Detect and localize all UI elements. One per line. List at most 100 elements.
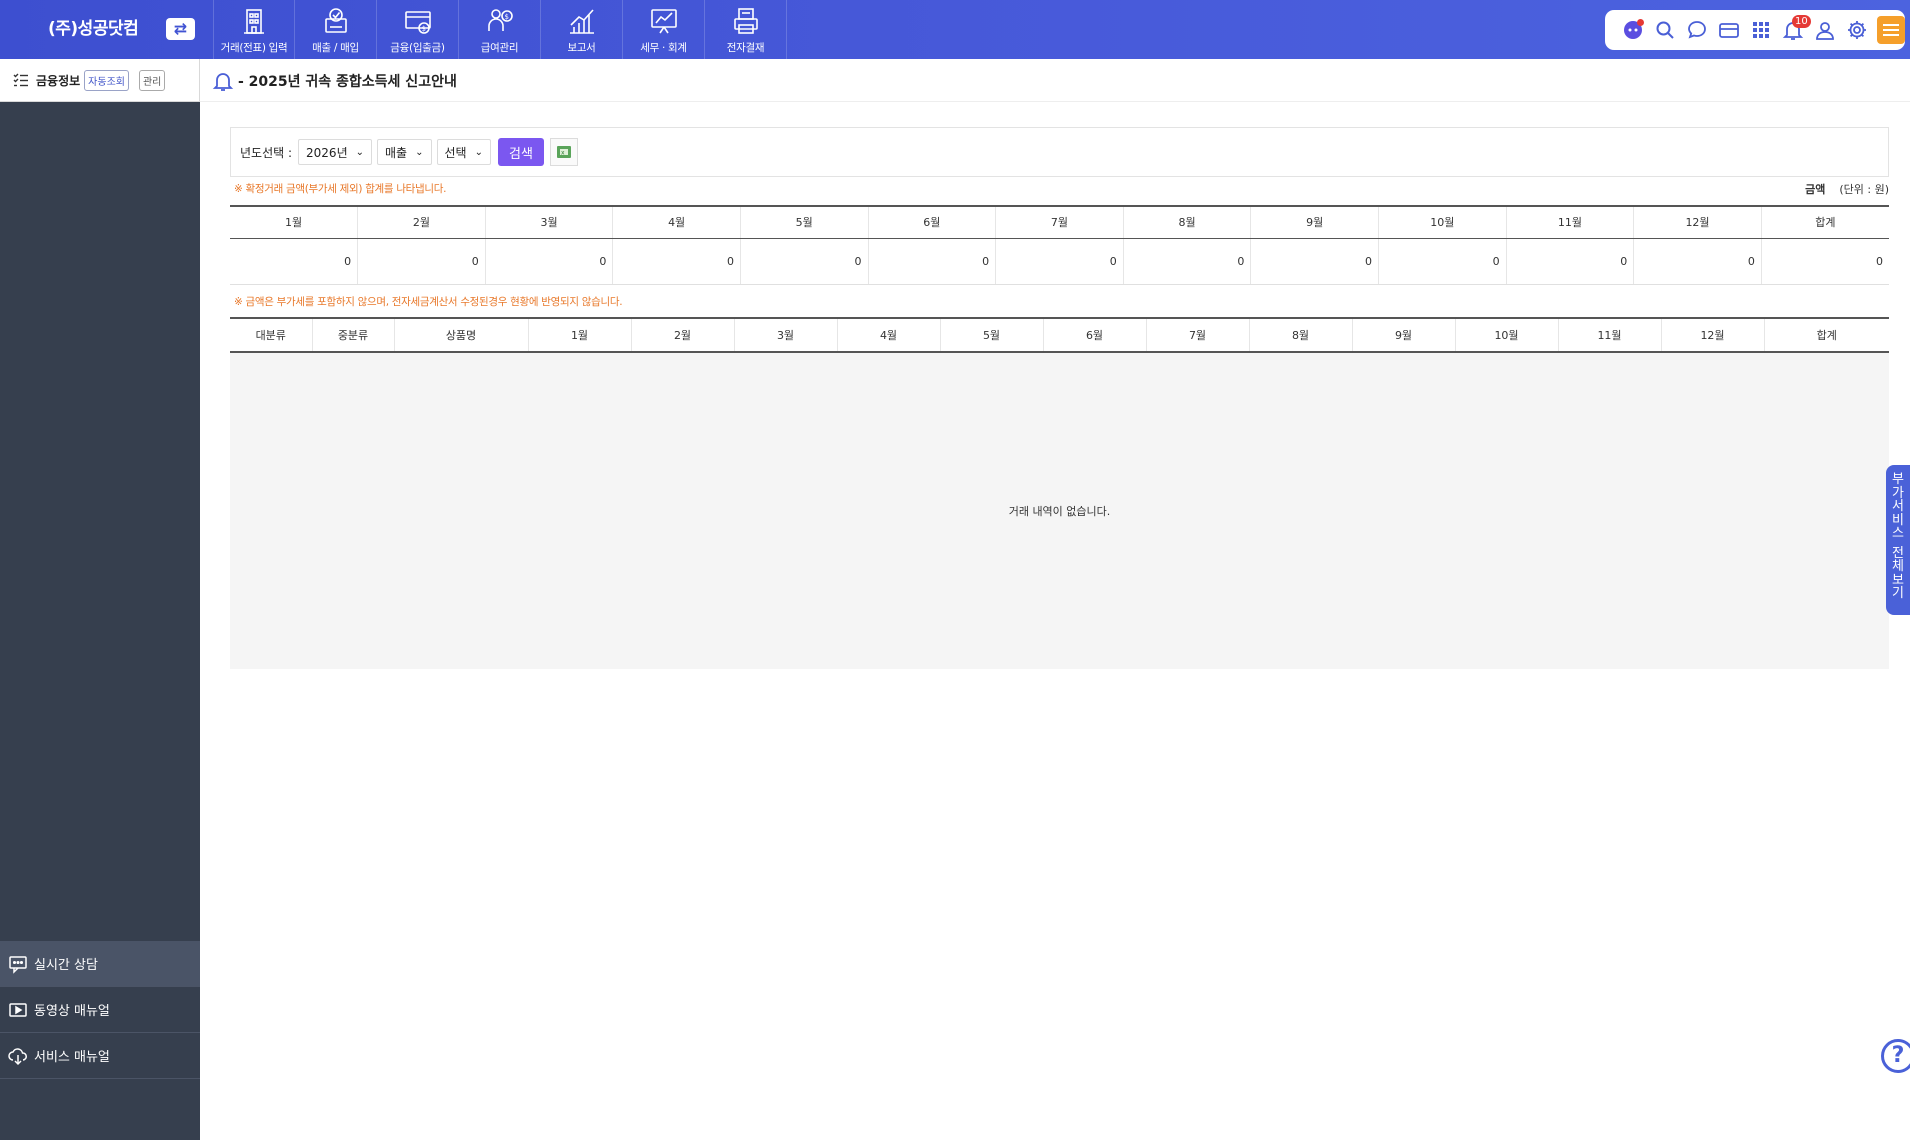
service-manual-link[interactable]: 서비스 매뉴얼 — [0, 1033, 200, 1079]
notice-text: - 2025년 귀속 종합소득세 신고안내 — [238, 74, 457, 90]
column-header: 3월 — [734, 317, 838, 353]
search-button[interactable]: 검색 — [497, 138, 544, 166]
type-select-value: 매출 — [385, 145, 408, 160]
amount-cell: 0 — [1378, 238, 1507, 285]
account-button[interactable] — [1809, 14, 1841, 46]
column-header: 9월 — [1352, 317, 1456, 353]
apps-button[interactable] — [1745, 14, 1777, 46]
year-select[interactable]: 2026년 ⌄ — [298, 139, 373, 165]
search-filter-bar: 년도선택 : 2026년 ⌄ 매출 ⌄ 선택 ⌄ 검색 x — [230, 127, 1889, 177]
checklist-icon — [13, 73, 28, 87]
chevron-down-icon: ⌄ — [355, 146, 365, 158]
main-menu: 거래(전표) 입력 매출 / 매입 $ 금융(입출금) $ 급여관리 보고서 세… — [213, 0, 787, 59]
gear-icon — [1848, 21, 1866, 39]
amount-cell: 0 — [740, 238, 869, 285]
company-name[interactable]: (주)성공닷컴 — [48, 0, 139, 59]
main-content: - 2025년 귀속 종합소득세 신고안내 년도선택 : 2026년 ⌄ 매출 … — [200, 59, 1910, 1140]
menu-label: 거래(전표) 입력 — [220, 42, 288, 54]
empty-message: 거래 내역이 없습니다. — [1008, 505, 1111, 518]
table-header-row: 1월 2월 3월 4월 5월 6월 7월 8월 9월 10월 11월 12월 합계 — [230, 205, 1889, 239]
user-icon — [1816, 22, 1834, 40]
notification-count-badge: 10 — [1792, 15, 1811, 28]
column-header: 10월 — [1455, 317, 1559, 353]
svg-text:$: $ — [421, 25, 425, 33]
column-header: 5월 — [940, 317, 1044, 353]
finance-icon: $ — [404, 11, 431, 34]
column-header: 11월 — [1558, 317, 1662, 353]
excel-download-button[interactable]: x — [549, 138, 578, 166]
column-header: 중분류 — [312, 317, 395, 353]
menu-label: 급여관리 — [480, 42, 519, 54]
auto-inquiry-button[interactable]: 자동조회 — [84, 69, 129, 91]
column-header: 대분류 — [230, 317, 313, 353]
side-link-label: 동영상 매뉴얼 — [34, 1004, 110, 1019]
payroll-icon: $ — [487, 9, 513, 31]
column-header: 12월 — [1661, 317, 1765, 353]
chatbot-button[interactable] — [1617, 14, 1649, 46]
column-header: 6월 — [1043, 317, 1147, 353]
category-select-value: 선택 — [444, 145, 467, 160]
chat-icon — [9, 955, 27, 974]
column-header: 3월 — [485, 205, 614, 239]
column-header: 합계 — [1764, 317, 1889, 353]
svg-text:$: $ — [504, 13, 508, 21]
card-button[interactable] — [1713, 14, 1745, 46]
sidebar-title: 금융정보 — [36, 73, 81, 88]
column-header: 6월 — [868, 205, 997, 239]
column-header: 8월 — [1123, 205, 1252, 239]
column-header: 11월 — [1506, 205, 1635, 239]
amount-cell: 0 — [230, 238, 359, 285]
manage-button[interactable]: 관리 — [138, 69, 166, 91]
live-chat-link[interactable]: 실시간 상담 — [0, 941, 200, 987]
notice-banner[interactable]: - 2025년 귀속 종합소득세 신고안내 — [212, 69, 457, 93]
hamburger-menu-button[interactable] — [1877, 16, 1905, 44]
building-icon — [244, 9, 264, 34]
sidebar: 금융정보 자동조회 관리 실시간 상담 동영상 매뉴얼 서비스 매뉴얼 — [0, 59, 200, 1140]
amount-cell: 0 — [995, 238, 1124, 285]
category-select[interactable]: 선택 ⌄ — [436, 139, 491, 165]
column-header: 2월 — [357, 205, 486, 239]
cloud-download-icon — [8, 1047, 27, 1065]
company-switch-button[interactable]: ⇄ — [166, 18, 195, 40]
chevron-down-icon: ⌄ — [474, 146, 483, 158]
table-header-row: 대분류 중분류 상품명 1월 2월 3월 4월 5월 6월 7월 8월 9월 10월 11월 12월 합계 — [230, 317, 1889, 353]
menu-finance[interactable]: $ 금융(입출금) — [377, 0, 459, 59]
menu-transaction-entry[interactable]: 거래(전표) 입력 — [213, 0, 295, 59]
settings-button[interactable] — [1841, 14, 1873, 46]
column-header: 7월 — [995, 205, 1124, 239]
menu-tax-accounting[interactable]: 세무 · 회계 — [623, 0, 705, 59]
additional-services-tab[interactable]: 부가서비스 전체보기 — [1886, 465, 1910, 615]
menu-label: 보고서 — [567, 42, 596, 54]
excel-icon: x — [556, 146, 571, 158]
column-header: 7월 — [1146, 317, 1250, 353]
search-button[interactable] — [1649, 14, 1681, 46]
utility-toolbar: 10 — [1605, 10, 1905, 50]
amount-cell: 0 — [1123, 238, 1252, 285]
column-header: 12월 — [1633, 205, 1762, 239]
column-header: 9월 — [1250, 205, 1379, 239]
help-button[interactable]: ? — [1881, 1039, 1910, 1073]
notification-button[interactable]: 10 — [1777, 14, 1811, 46]
approval-icon — [733, 8, 758, 34]
amount-cell: 0 — [1250, 238, 1379, 285]
sidebar-links: 실시간 상담 동영상 매뉴얼 서비스 매뉴얼 — [0, 941, 200, 1079]
type-select[interactable]: 매출 ⌄ — [377, 139, 432, 165]
bell-icon — [212, 73, 234, 91]
amount-cell: 0 — [1506, 238, 1635, 285]
menu-report[interactable]: 보고서 — [541, 0, 623, 59]
new-indicator — [1637, 19, 1644, 26]
menu-payroll[interactable]: $ 급여관리 — [459, 0, 541, 59]
menu-electronic-approval[interactable]: 전자결재 — [705, 0, 787, 59]
message-button[interactable] — [1681, 14, 1713, 46]
hamburger-icon — [1883, 24, 1899, 36]
video-manual-link[interactable]: 동영상 매뉴얼 — [0, 987, 200, 1033]
vat-note: ※ 금액은 부가세를 포함하지 않으며, 전자세금계산서 수정된경우 현황에 반… — [234, 296, 623, 308]
column-header: 1월 — [230, 205, 359, 239]
top-navigation-bar: (주)성공닷컴 ⇄ 거래(전표) 입력 매출 / 매입 $ 금융(입출금) $ … — [0, 0, 1910, 59]
menu-sales-purchase[interactable]: 매출 / 매입 — [295, 0, 377, 59]
divider — [200, 101, 1910, 102]
menu-label: 전자결재 — [726, 42, 765, 54]
year-select-label: 년도선택 : — [240, 145, 293, 160]
column-header: 8월 — [1249, 317, 1353, 353]
detail-table: 대분류 중분류 상품명 1월 2월 3월 4월 5월 6월 7월 8월 9월 10월 11월 12월 합계 — [230, 317, 1889, 353]
